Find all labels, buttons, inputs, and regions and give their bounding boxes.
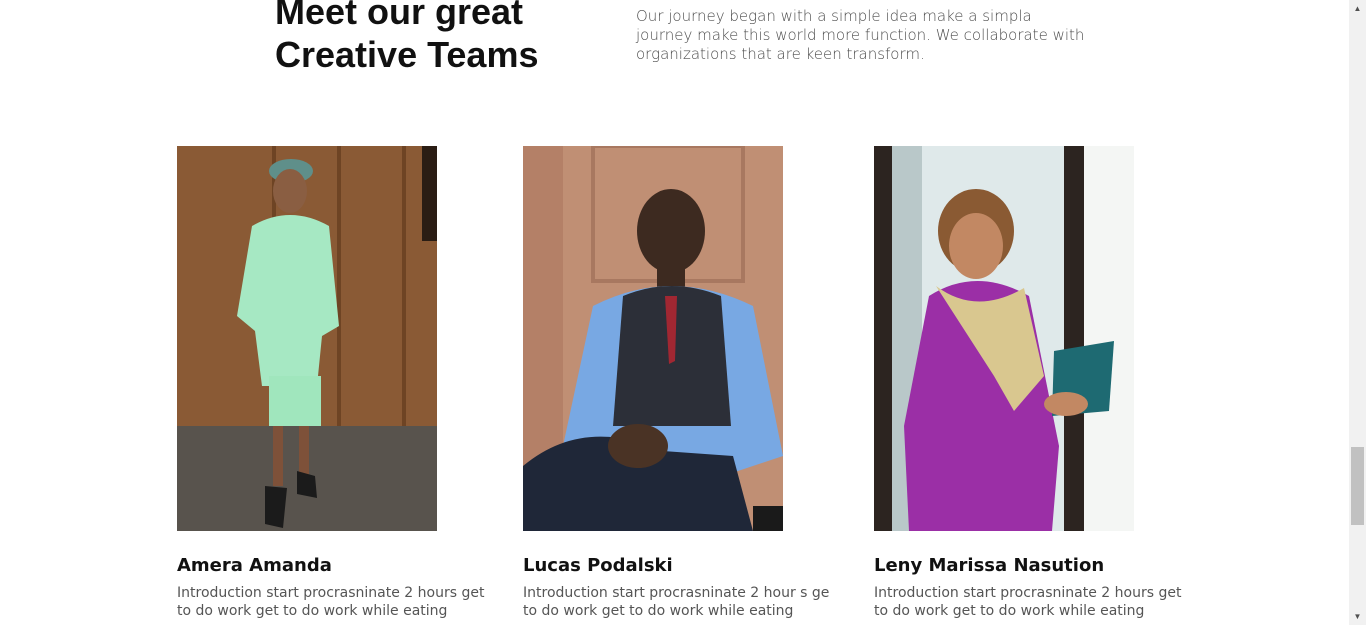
team-member-photo: [523, 146, 783, 531]
heading-line-1: Meet our great: [275, 0, 524, 32]
team-member-name: Lucas Podalski: [523, 555, 673, 576]
team-member-name: Leny Marissa Nasution: [874, 555, 1105, 576]
scrollbar-thumb[interactable]: [1351, 447, 1364, 525]
team-member-card: Leny Marissa Nasution Introduction start…: [874, 146, 1194, 620]
team-member-name: Amera Amanda: [177, 555, 332, 576]
team-member-photo: [177, 146, 437, 531]
section-heading: Meet our great Creative Teams: [275, 0, 538, 76]
team-member-bio: Introduction start procrasninate 2 hours…: [874, 585, 1182, 619]
chevron-down-icon[interactable]: ▼: [1349, 608, 1366, 625]
vertical-scrollbar[interactable]: ▲ ▼: [1349, 0, 1366, 625]
team-member-photo: [874, 146, 1134, 531]
chevron-up-icon[interactable]: ▲: [1349, 0, 1366, 17]
team-member-bio: Introduction start procrasninate 2 hours…: [177, 585, 485, 619]
section-intro: Our journey began with a simple idea mak…: [636, 7, 1085, 63]
heading-line-2: Creative Teams: [275, 34, 539, 75]
team-member-card: Amera Amanda Introduction start procrasn…: [177, 146, 497, 620]
team-member-bio: Introduction start procrasninate 2 hour …: [523, 585, 830, 619]
team-member-card: Lucas Podalski Introduction start procra…: [523, 146, 843, 620]
